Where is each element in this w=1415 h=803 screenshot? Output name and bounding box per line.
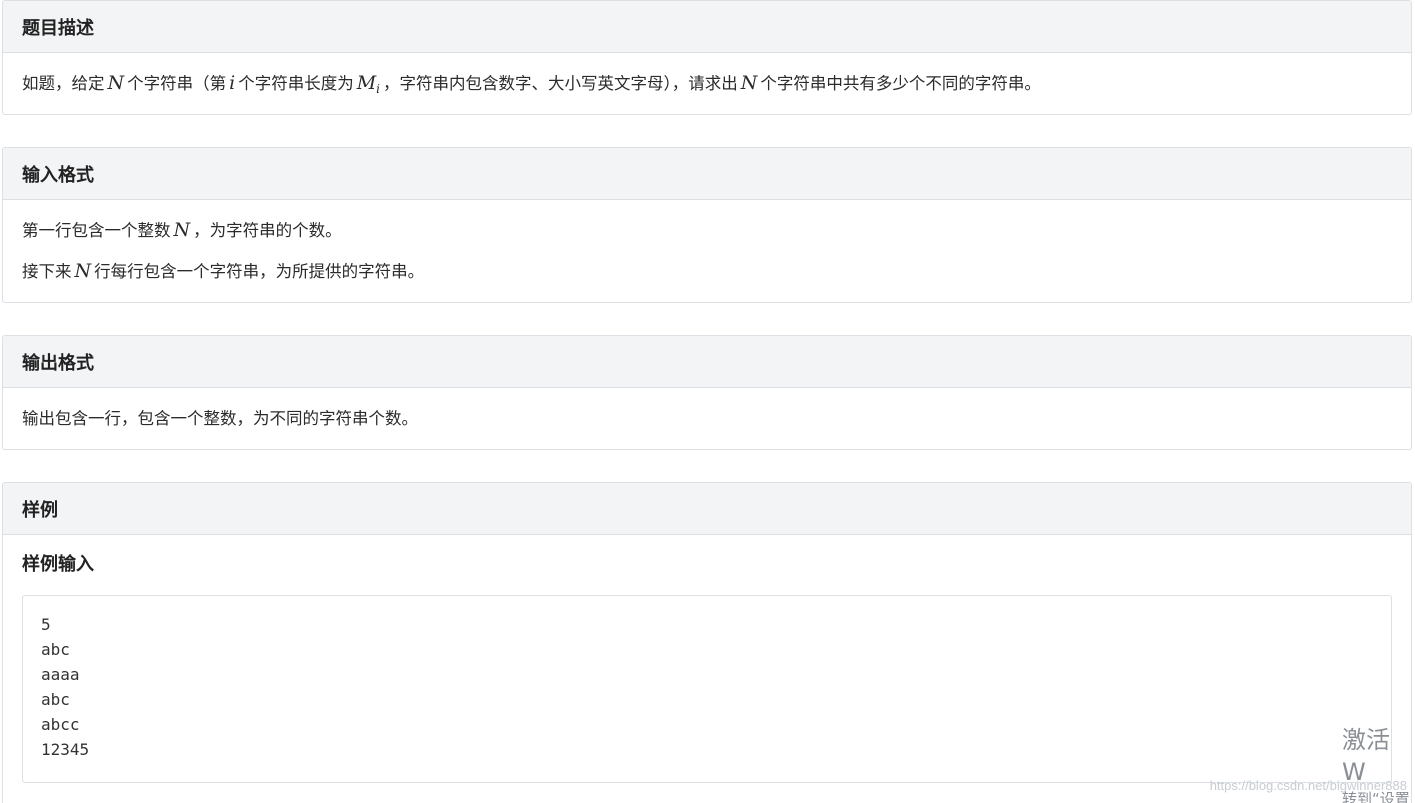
code-line: 12345 [41, 740, 90, 759]
sample-input-title: 样例输入 [22, 554, 94, 575]
math-var-m-base: M [356, 72, 377, 94]
output-format-title: 输出格式 [3, 336, 1411, 388]
description-card: 题目描述 如题，给定 N 个字符串（第 i 个字符串长度为 Mi ，字符串内包含数字、大小写… [2, 0, 1412, 115]
sample-card: 样例 样例输入 5 abc aaaa abc abcc 12345 [2, 482, 1412, 803]
output-format-card: 输出格式 输出包含一行，包含一个整数，为不同的字符串个数。 [2, 335, 1412, 450]
code-line: 5 [41, 615, 51, 634]
description-text-part: 个字符串（第 [127, 74, 227, 93]
input-format-text-part: ，为字符串的个数。 [193, 221, 342, 240]
math-var-m-subscript: i [376, 82, 381, 96]
input-format-text-part: 第一行包含一个整数 [22, 221, 171, 240]
description-text-part: 个字符串长度为 [238, 74, 354, 93]
math-var-m: Mi [354, 72, 383, 96]
code-line: abcc [41, 715, 80, 734]
input-format-card: 输入格式 第一行包含一个整数 N ，为字符串的个数。 接下来 N 行每行包含一个字符串，… [2, 147, 1412, 303]
description-text-part: 个字符串中共有多少个不同的字符串。 [760, 74, 1041, 93]
code-line: aaaa [41, 665, 80, 684]
input-format-line-2: 接下来 N 行每行包含一个字符串，为所提供的字符串。 [22, 251, 1392, 292]
math-var-n: N [173, 219, 191, 241]
sample-input-code[interactable]: 5 abc aaaa abc abcc 12345 [22, 595, 1392, 783]
math-var-n: N [74, 260, 92, 282]
math-var-n: N [107, 72, 125, 94]
description-text-part: ，字符串内包含数字、大小写英文字母），请求出 [383, 74, 738, 93]
input-format-line-1: 第一行包含一个整数 N ，为字符串的个数。 [22, 210, 1392, 251]
output-format-line-1: 输出包含一行，包含一个整数，为不同的字符串个数。 [22, 409, 418, 428]
description-text-part: 如题，给定 [22, 74, 105, 93]
input-format-text-part: 行每行包含一个字符串，为所提供的字符串。 [94, 262, 425, 281]
code-line: abc [41, 690, 70, 709]
math-var-n: N [740, 72, 758, 94]
description-text: 如题，给定 N 个字符串（第 i 个字符串长度为 Mi ，字符串内包含数字、大小写英文字母）… [22, 63, 1392, 104]
description-title: 题目描述 [3, 1, 1411, 53]
sample-title: 样例 [3, 483, 1411, 535]
blog-watermark: https://blog.csdn.net/bigwinner888 [1209, 778, 1407, 793]
input-format-title: 输入格式 [3, 148, 1411, 200]
code-line: abc [41, 640, 70, 659]
problem-page: 题目描述 如题，给定 N 个字符串（第 i 个字符串长度为 Mi ，字符串内包含数字、大小写… [0, 0, 1415, 803]
math-var-i: i [229, 72, 236, 94]
input-format-text-part: 接下来 [22, 262, 72, 281]
